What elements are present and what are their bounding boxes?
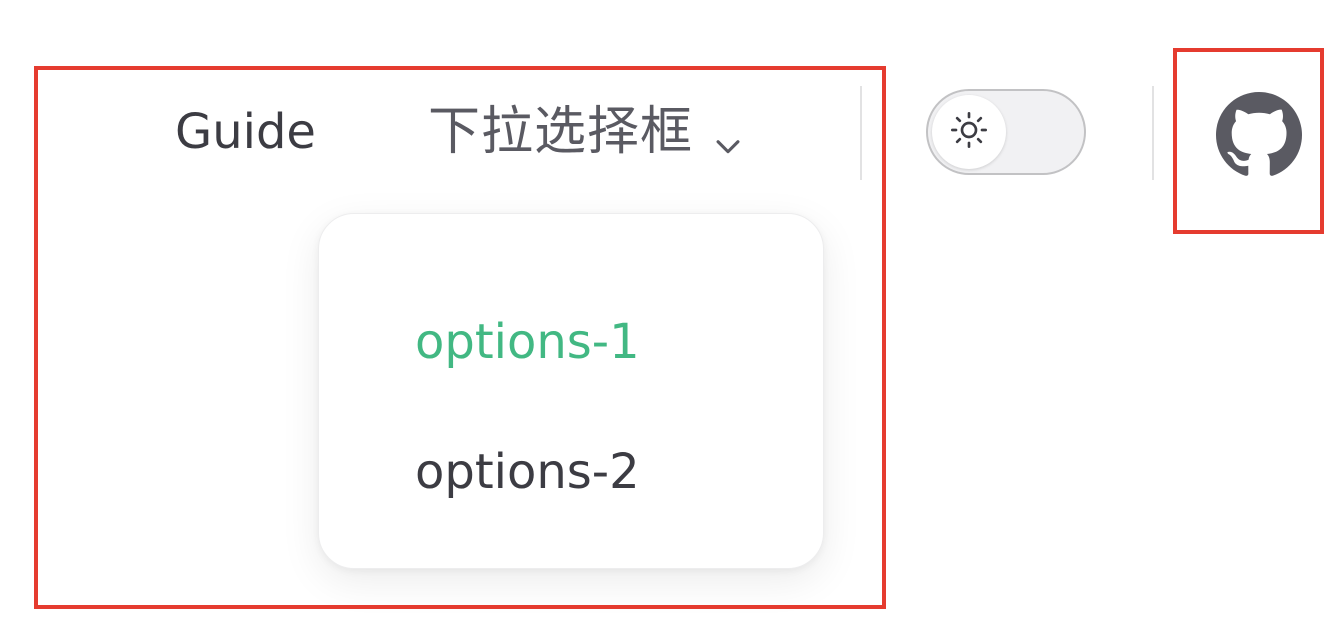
menu-item-options-2[interactable]: options-2 [415, 440, 640, 504]
github-link[interactable] [1216, 92, 1302, 178]
divider [860, 86, 862, 180]
navbar-canvas: Guide 下拉选择框 options-1 options-2 [0, 0, 1342, 632]
divider [1152, 86, 1154, 180]
nav-link-guide[interactable]: Guide [175, 100, 316, 164]
dropdown-menu: options-1 options-2 [318, 213, 824, 569]
theme-toggle-knob [932, 95, 1006, 169]
menu-item-options-1[interactable]: options-1 [415, 310, 640, 374]
theme-toggle-switch[interactable] [926, 89, 1086, 175]
sun-icon [949, 110, 989, 154]
nav-dropdown-trigger[interactable]: 下拉选择框 [428, 100, 745, 164]
chevron-down-icon [711, 115, 745, 154]
nav-dropdown-label: 下拉选择框 [428, 102, 694, 162]
github-icon [1216, 92, 1302, 182]
